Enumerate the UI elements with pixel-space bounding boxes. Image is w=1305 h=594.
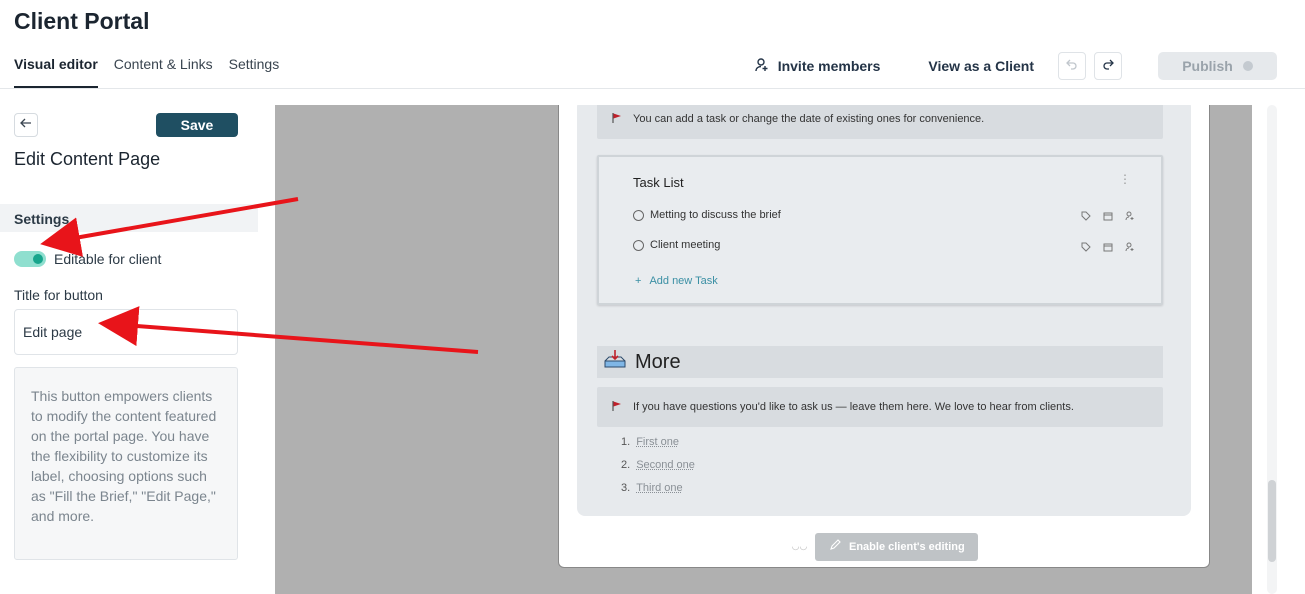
content-card: You can add a task or change the date of… xyxy=(577,105,1191,516)
invite-members-label: Invite members xyxy=(777,58,881,74)
arrow-left-icon xyxy=(19,116,33,135)
list-item: 1. First one xyxy=(621,436,679,448)
info-box: This button empowers clients to modify t… xyxy=(14,367,238,560)
note-bar-tasks: You can add a task or change the date of… xyxy=(597,105,1163,139)
editable-for-client-toggle[interactable] xyxy=(14,251,46,267)
title-for-button-label: Title for button xyxy=(14,287,103,303)
add-new-task-label: Add new Task xyxy=(649,275,718,287)
settings-label: Settings xyxy=(14,211,70,227)
task-item[interactable]: Metting to discuss the brief xyxy=(633,209,781,221)
assign-person-icon[interactable] xyxy=(1125,211,1135,221)
assign-person-icon[interactable] xyxy=(1125,242,1135,252)
tab-visual-editor[interactable]: Visual editor xyxy=(14,56,98,88)
list-number: 3. xyxy=(621,482,631,494)
tag-icon[interactable] xyxy=(1081,242,1091,252)
redo-icon xyxy=(1101,57,1115,76)
more-title: More xyxy=(635,350,681,373)
save-button[interactable]: Save xyxy=(156,113,238,137)
flag-icon xyxy=(611,400,623,415)
flag-icon xyxy=(611,112,623,127)
task-label: Metting to discuss the brief xyxy=(650,209,781,221)
list-number: 1. xyxy=(621,436,631,448)
tab-settings[interactable]: Settings xyxy=(229,56,280,88)
calendar-icon[interactable] xyxy=(1103,242,1113,252)
header-actions: Invite members View as a Client Publish xyxy=(754,52,1277,80)
list-number: 2. xyxy=(621,459,631,471)
inbox-tray-icon xyxy=(603,349,627,375)
list-item: 3. Third one xyxy=(621,482,683,494)
preview-page: You can add a task or change the date of… xyxy=(558,105,1210,568)
app-title: Client Portal xyxy=(14,8,150,34)
publish-status-dot xyxy=(1242,61,1253,71)
list-link[interactable]: First one xyxy=(636,436,679,448)
list-link[interactable]: Second one xyxy=(636,459,695,471)
task-label: Client meeting xyxy=(650,239,721,251)
more-options-icon[interactable]: ⋮ xyxy=(1119,173,1131,185)
task-item[interactable]: Client meeting xyxy=(633,239,720,251)
left-panel: Save Edit Content Page Settings Editable… xyxy=(0,89,258,594)
button-title-input[interactable] xyxy=(14,309,238,355)
task-checkbox[interactable] xyxy=(633,209,644,221)
task-checkbox[interactable] xyxy=(633,239,644,251)
editable-for-client-label: Editable for client xyxy=(54,251,162,267)
pencil-icon xyxy=(829,539,841,554)
undo-button[interactable] xyxy=(1058,52,1086,80)
panel-title: Edit Content Page xyxy=(14,149,161,169)
view-as-client-button[interactable]: View as a Client xyxy=(928,58,1034,74)
plus-icon: + xyxy=(635,275,642,287)
note-bar-more: If you have questions you'd like to ask … xyxy=(597,387,1163,427)
redo-button[interactable] xyxy=(1094,52,1122,80)
editor-tabs: Visual editor Content & Links Settings xyxy=(14,56,279,88)
publish-button[interactable]: Publish xyxy=(1158,52,1277,80)
publish-label: Publish xyxy=(1182,58,1233,74)
enable-client-editing-label: Enable client's editing xyxy=(849,540,965,553)
task-actions xyxy=(1081,211,1135,221)
tab-content-links[interactable]: Content & Links xyxy=(114,56,213,88)
back-button[interactable] xyxy=(14,113,38,137)
task-actions xyxy=(1081,242,1135,252)
add-person-icon xyxy=(754,57,770,76)
enable-client-editing-button[interactable]: Enable client's editing xyxy=(815,532,979,561)
undo-icon xyxy=(1065,57,1079,76)
scrollbar-thumb[interactable] xyxy=(1268,480,1276,562)
toggle-knob xyxy=(33,254,43,264)
list-item: 2. Second one xyxy=(621,459,695,471)
calendar-icon[interactable] xyxy=(1103,211,1113,221)
handle-icon: ◡◡ xyxy=(791,541,808,551)
preview-footer: ◡◡ Enable client's editing xyxy=(559,525,1209,567)
more-section-header: More xyxy=(597,346,1163,378)
note-text: You can add a task or change the date of… xyxy=(633,113,985,125)
note-text: If you have questions you'd like to ask … xyxy=(633,401,1074,413)
invite-members-button[interactable]: Invite members xyxy=(754,57,881,76)
task-list-title: Task List xyxy=(633,175,684,190)
add-new-task-button[interactable]: + Add new Task xyxy=(635,275,718,287)
tag-icon[interactable] xyxy=(1081,211,1091,221)
task-list-block[interactable]: Task List ⋮ Metting to discuss the brief… xyxy=(597,155,1163,305)
list-link[interactable]: Third one xyxy=(636,482,682,494)
